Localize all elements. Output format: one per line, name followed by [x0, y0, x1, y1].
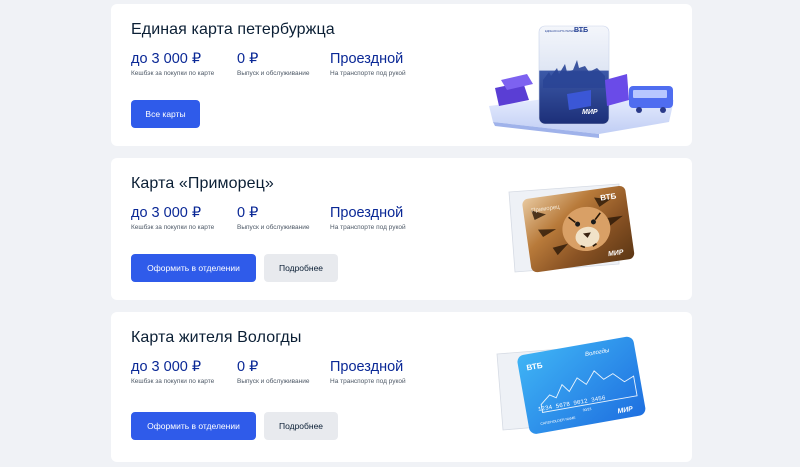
feature-transport: Проездной На транспорте под рукой [330, 204, 406, 231]
feature-caption: На транспорте под рукой [330, 378, 406, 385]
feature-cashback: до 3 000 ₽ Кешбэк за покупки по карте [131, 204, 214, 231]
mir-logo: МИР [582, 109, 598, 116]
all-cards-button[interactable]: Все карты [131, 100, 200, 128]
vologda-card-image: ВТБ Вологды 1234 5678 9012 3456 CARDHOLD… [496, 336, 646, 434]
card-title: Карта жителя Вологды [131, 329, 302, 346]
feature-caption: Кешбэк за покупки по карте [131, 70, 215, 77]
feature-value: Проездной [330, 359, 404, 375]
feature-value: Проездной [330, 51, 404, 67]
card-top-text: ЕДИНАЯ КАРТА ПЕТЕРБУРЖЦА [545, 29, 585, 33]
product-card-primorets[interactable]: Карта «Приморец» до 3 000 ₽ Кешбэк за по… [111, 158, 692, 300]
feature-caption: На транспорте под рукой [330, 224, 406, 231]
apply-in-branch-button[interactable]: Оформить в отделении [131, 254, 256, 282]
feature-caption: На транспорте под рукой [330, 70, 406, 77]
feature-fee: 0 ₽ Выпуск и обслуживание [237, 50, 309, 77]
card-title: Единая карта петербуржца [131, 21, 335, 38]
feature-caption: Кешбэк за покупки по карте [131, 378, 215, 385]
apply-in-branch-button[interactable]: Оформить в отделении [131, 412, 256, 440]
more-info-button[interactable]: Подробнее [264, 254, 338, 282]
feature-fee: 0 ₽ Выпуск и обслуживание [237, 358, 309, 385]
feature-cashback: до 3 000 ₽ Кешбэк за покупки по карте [131, 50, 214, 77]
feature-value: Проездной [330, 205, 404, 221]
feature-caption: Выпуск и обслуживание [237, 70, 310, 77]
primorets-card-image: ВТБ Приморец МИР [508, 183, 635, 273]
feature-value: 0 ₽ [237, 51, 259, 67]
feature-caption: Кешбэк за покупки по карте [131, 224, 215, 231]
feature-value: до 3 000 ₽ [131, 51, 202, 67]
feature-value: до 3 000 ₽ [131, 359, 202, 375]
feature-value: 0 ₽ [237, 359, 259, 375]
more-info-button[interactable]: Подробнее [264, 412, 338, 440]
feature-transport: Проездной На транспорте под рукой [330, 358, 406, 385]
feature-value: до 3 000 ₽ [131, 205, 202, 221]
product-card-spb[interactable]: Единая карта петербуржца до 3 000 ₽ Кешб… [111, 4, 692, 146]
feature-cashback: до 3 000 ₽ Кешбэк за покупки по карте [131, 358, 214, 385]
feature-value: 0 ₽ [237, 205, 259, 221]
feature-transport: Проездной На транспорте под рукой [330, 50, 406, 77]
card-title: Карта «Приморец» [131, 175, 274, 192]
feature-caption: Выпуск и обслуживание [237, 224, 310, 231]
product-card-vologda[interactable]: Карта жителя Вологды до 3 000 ₽ Кешбэк з… [111, 312, 692, 462]
feature-fee: 0 ₽ Выпуск и обслуживание [237, 204, 309, 231]
spb-card-image: ВТБ ЕДИНАЯ КАРТА ПЕТЕРБУРЖЦА МИР [489, 25, 674, 138]
feature-caption: Выпуск и обслуживание [237, 378, 310, 385]
